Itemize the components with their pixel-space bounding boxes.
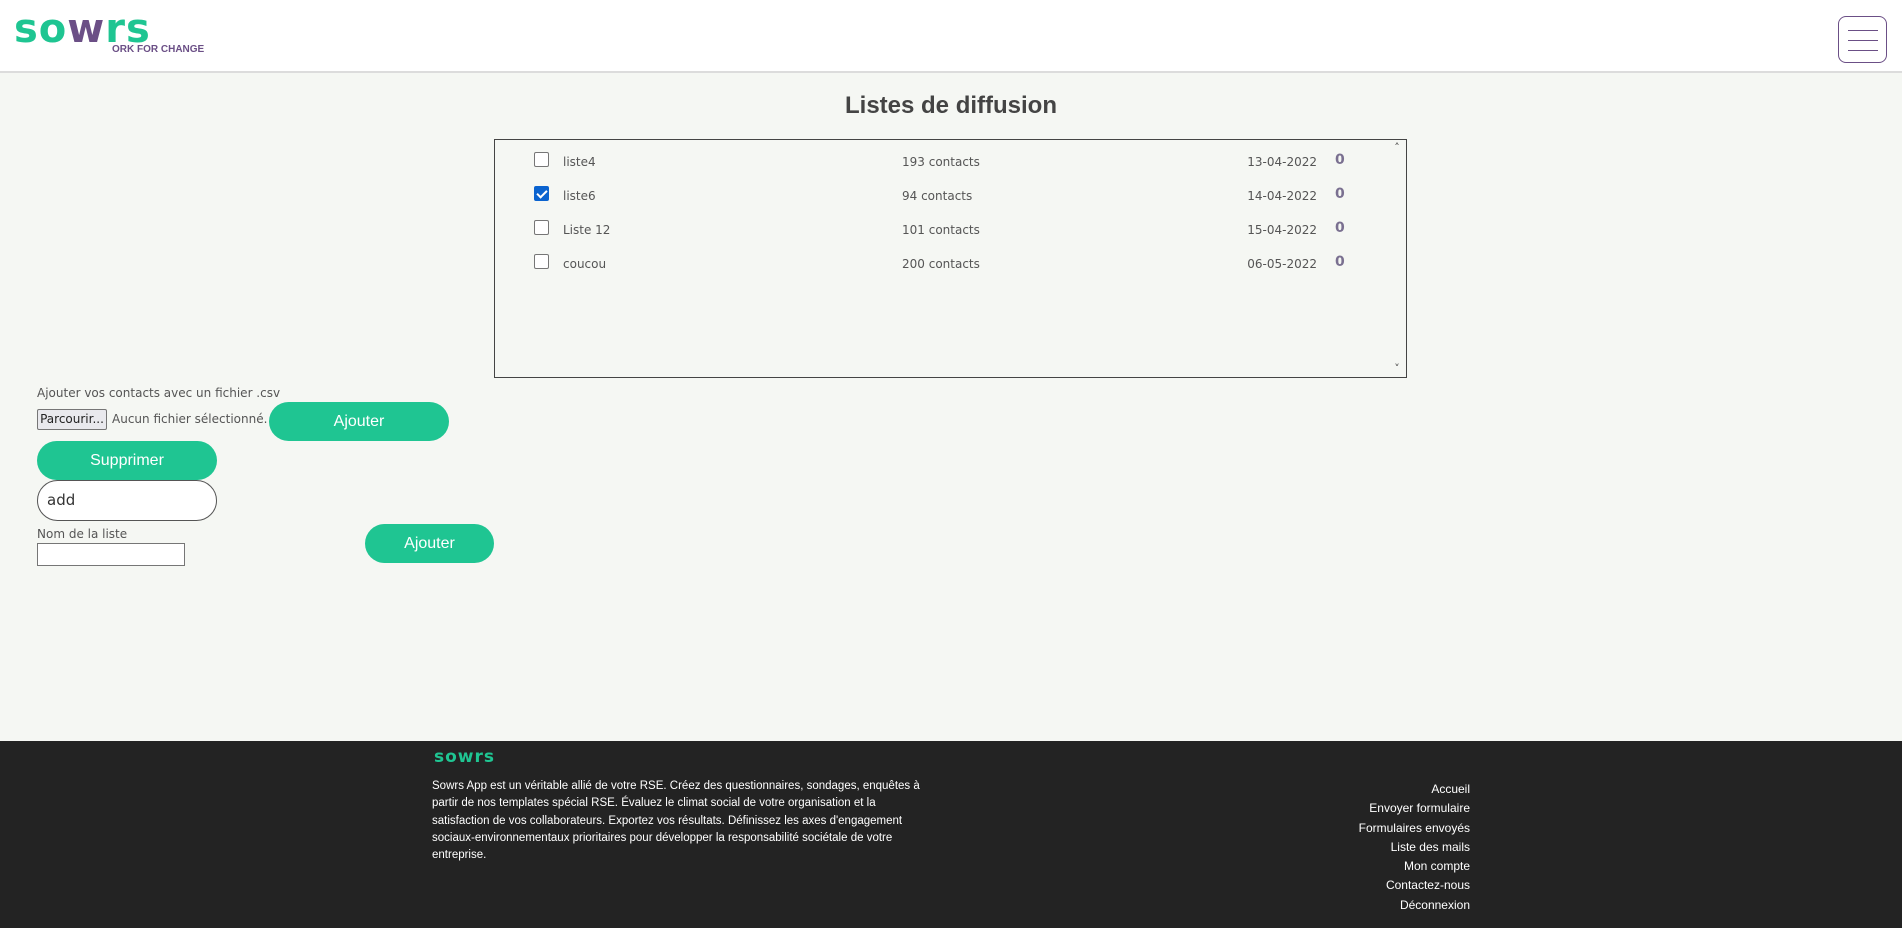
- list-item: coucou 200 contacts 06-05-2022 0: [495, 248, 1385, 282]
- list-name-input[interactable]: [37, 543, 185, 566]
- list-contacts: 193 contacts: [902, 155, 980, 169]
- list-sent-count: 0: [1335, 186, 1345, 202]
- scroll-up-icon[interactable]: ˄: [1391, 142, 1403, 154]
- footer-link-envoyer-formulaire[interactable]: Envoyer formulaire: [1270, 799, 1470, 818]
- footer-link-deconnexion[interactable]: Déconnexion: [1270, 896, 1470, 915]
- list-name-label: Nom de la liste: [37, 527, 128, 541]
- no-file-selected-text: Aucun fichier sélectionné.: [112, 412, 268, 426]
- list-item: liste4 193 contacts 13-04-2022 0: [495, 146, 1385, 180]
- list-item: Liste 12 101 contacts 15-04-2022 0: [495, 214, 1385, 248]
- footer-link-contactez-nous[interactable]: Contactez-nous: [1270, 876, 1470, 895]
- list-contacts: 200 contacts: [902, 257, 980, 271]
- hamburger-icon: [1848, 30, 1878, 31]
- list-name: coucou: [563, 257, 607, 271]
- top-header: sowrs ORK FOR CHANGE: [0, 0, 1902, 73]
- list-action-input[interactable]: add: [37, 480, 217, 521]
- add-csv-button[interactable]: Ajouter: [269, 402, 449, 441]
- footer: sowrs Sowrs App est un véritable allié d…: [0, 741, 1902, 928]
- delete-list-button[interactable]: Supprimer: [37, 441, 217, 480]
- footer-logo[interactable]: sowrs: [434, 747, 495, 767]
- footer-description: Sowrs App est un véritable allié de votr…: [432, 780, 920, 862]
- footer-link-mon-compte[interactable]: Mon compte: [1270, 857, 1470, 876]
- footer-nav: Accueil Envoyer formulaire Formulaires e…: [1270, 780, 1470, 915]
- page-title: Listes de diffusion: [844, 92, 1057, 119]
- sowrs-logo[interactable]: sowrs ORK FOR CHANGE: [14, 6, 205, 58]
- list-date: 13-04-2022: [1247, 155, 1317, 169]
- list-name: liste6: [563, 189, 596, 203]
- list-checkbox[interactable]: [534, 254, 549, 269]
- footer-link-liste-des-mails[interactable]: Liste des mails: [1270, 838, 1470, 857]
- list-checkbox[interactable]: [534, 186, 549, 201]
- browse-file-button[interactable]: Parcourir...: [37, 409, 107, 430]
- list-checkbox[interactable]: [534, 152, 549, 167]
- list-name: liste4: [563, 155, 596, 169]
- footer-link-accueil[interactable]: Accueil: [1270, 780, 1470, 799]
- csv-upload-label: Ajouter vos contacts avec un fichier .cs…: [37, 386, 281, 400]
- logo-tagline: ORK FOR CHANGE: [112, 44, 205, 55]
- list-date: 15-04-2022: [1247, 223, 1317, 237]
- list-sent-count: 0: [1335, 254, 1345, 270]
- scroll-down-icon[interactable]: ˅: [1391, 363, 1403, 375]
- list-date: 14-04-2022: [1247, 189, 1317, 203]
- footer-link-formulaires-envoyes[interactable]: Formulaires envoyés: [1270, 819, 1470, 838]
- list-contacts: 94 contacts: [902, 189, 973, 203]
- list-checkbox[interactable]: [534, 220, 549, 235]
- list-date: 06-05-2022: [1247, 257, 1317, 271]
- add-list-button[interactable]: Ajouter: [365, 524, 494, 563]
- list-sent-count: 0: [1335, 152, 1345, 168]
- list-sent-count: 0: [1335, 220, 1345, 236]
- hamburger-menu-button[interactable]: [1838, 16, 1887, 63]
- list-name: Liste 12: [563, 223, 611, 237]
- list-contacts: 101 contacts: [902, 223, 980, 237]
- mailing-list-box[interactable]: liste4 193 contacts 13-04-2022 0 liste6 …: [494, 139, 1407, 378]
- list-item: liste6 94 contacts 14-04-2022 0: [495, 180, 1385, 214]
